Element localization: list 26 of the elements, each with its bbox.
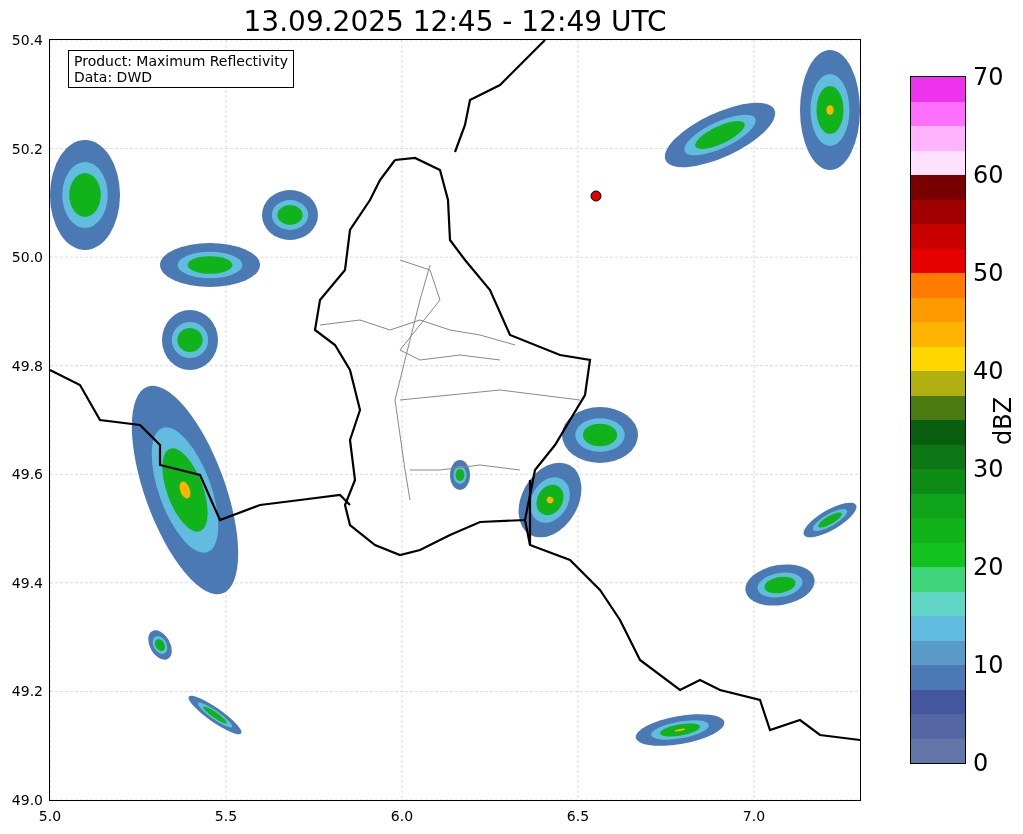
x-tick-label: 6.5 (566, 808, 590, 824)
colorbar-label: dBZ (989, 396, 1018, 446)
colorbar-tick-label: 40 (973, 357, 1004, 385)
colorbar-tick-label: 10 (973, 651, 1004, 679)
location-marker (590, 190, 602, 202)
x-tick-label: 5.0 (38, 808, 62, 824)
y-tick-label: 49.6 (11, 466, 43, 483)
colorbar-tick-label: 60 (973, 161, 1004, 189)
colorbar-tick-label: 20 (973, 553, 1004, 581)
colorbar-tick-label: 30 (973, 455, 1004, 483)
colorbar-tick-label: 50 (973, 259, 1004, 287)
y-tick-label: 49.0 (11, 792, 43, 808)
y-tick-label: 49.2 (11, 683, 43, 700)
legend-text: Data: DWD (74, 69, 153, 85)
colorbar-tick-label: 0 (973, 749, 989, 777)
x-tick-label: 6.0 (390, 808, 414, 824)
chart-title: 13.09.2025 12:45 - 12:49 UTC (242, 4, 668, 40)
y-tick-label: 49.4 (11, 574, 43, 591)
y-tick-label: 50.2 (11, 140, 43, 157)
legend-text: Product: Maximum Reflectivity (74, 53, 288, 69)
colorbar-tick-label: 70 (973, 63, 1004, 91)
y-tick-label: 49.8 (11, 357, 43, 374)
x-tick-label: 5.5 (214, 808, 238, 824)
x-tick-label: 7.0 (742, 808, 766, 824)
y-tick-label: 50.0 (11, 249, 43, 266)
y-tick-label: 50.4 (11, 32, 43, 48)
